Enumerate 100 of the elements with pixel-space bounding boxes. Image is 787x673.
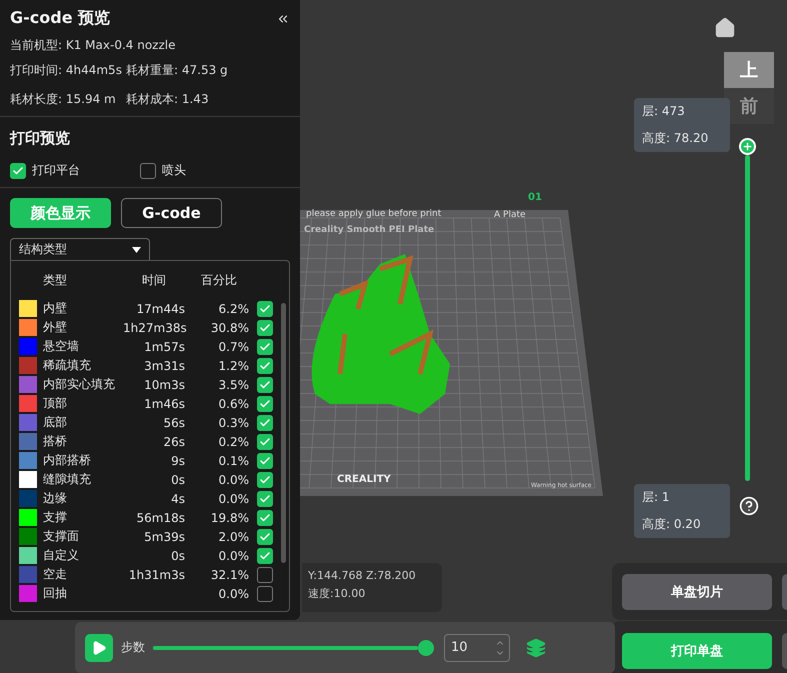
feature-name: 悬空墙	[43, 338, 80, 355]
feature-time: 5m39s	[143, 530, 185, 544]
feature-name: 支撑面	[43, 528, 80, 545]
feature-time: 3m31s	[143, 358, 185, 372]
feature-name: 自定义	[43, 547, 80, 564]
plate-brand: CREALITY	[337, 474, 391, 485]
feature-percent: 0.2%	[218, 434, 249, 448]
feature-percent: 2.0%	[218, 530, 249, 544]
feature-percent: 0.0%	[218, 492, 249, 506]
feature-percent: 32.1%	[210, 568, 249, 582]
feature-percent: 0.7%	[218, 340, 249, 354]
plate-header: please apply glue before print	[306, 209, 442, 219]
display-mode-button[interactable]: G-code	[121, 198, 222, 228]
caret-icon	[132, 246, 141, 252]
checkbox[interactable]	[257, 376, 273, 392]
feature-time: 26s	[162, 434, 185, 448]
feature-percent: 0.0%	[218, 548, 249, 562]
feature-time: 56m18s	[136, 510, 185, 524]
checkbox[interactable]	[257, 300, 273, 316]
feature-name: 外壁	[43, 319, 68, 336]
play-icon	[91, 640, 107, 656]
feature-time: 1m57s	[143, 340, 185, 354]
feature-name: 稀疏填充	[43, 357, 92, 374]
plus-icon	[742, 141, 753, 152]
checkbox[interactable]	[257, 510, 273, 526]
checkbox[interactable]	[257, 396, 273, 412]
column-header: 时间	[141, 272, 167, 288]
layer-slider-fill[interactable]	[745, 155, 750, 481]
feature-name: 支撑	[43, 509, 68, 526]
check-icon	[259, 550, 271, 562]
check-icon	[12, 164, 24, 176]
check-icon	[259, 416, 271, 428]
feature-time: 1h27m38s	[123, 320, 185, 334]
checkbox[interactable]	[257, 434, 273, 450]
checkbox[interactable]	[257, 490, 273, 506]
checkbox-option[interactable]: 打印平台	[10, 162, 80, 179]
layer-number: 层: 473	[642, 103, 686, 120]
check-icon	[259, 378, 271, 390]
column-header: 百分比	[200, 272, 238, 288]
checkbox[interactable]	[257, 472, 273, 488]
feature-time: 4s	[170, 492, 185, 506]
check-icon	[259, 454, 271, 466]
feature-time: 1m46s	[143, 396, 185, 410]
check-icon	[259, 302, 271, 314]
slider-thumb[interactable]	[739, 138, 756, 155]
machine-text: 当前机型: K1 Max-0.4 nozzle	[10, 37, 176, 54]
feature-percent: 0.1%	[218, 454, 249, 468]
plate-tab-label: A Plate	[494, 210, 526, 220]
layer-number: 层: 1	[642, 489, 670, 506]
plate-name: Creality Smooth PEI Plate	[304, 225, 434, 235]
feature-percent: 30.8%	[210, 320, 249, 334]
checkbox[interactable]	[10, 162, 26, 178]
layer-height: 高度: 0.20	[642, 516, 702, 533]
step-input-field[interactable]: 10	[444, 634, 510, 662]
layer-height: 高度: 78.20	[642, 130, 710, 147]
step-slider-fill[interactable]	[153, 646, 418, 650]
feature-time: 9s	[170, 454, 185, 468]
view-type-dropdown[interactable]: 结构类型	[10, 238, 150, 260]
feature-percent: 0.0%	[218, 472, 249, 486]
feature-time: 10m3s	[143, 378, 185, 392]
play-button[interactable]	[85, 634, 113, 662]
checkbox[interactable]	[257, 414, 273, 430]
feature-percent: 0.0%	[218, 586, 249, 600]
checkbox[interactable]	[257, 358, 273, 374]
plate-number: 01	[528, 192, 542, 203]
home-icon[interactable]	[714, 17, 736, 39]
column-header: 类型	[43, 272, 68, 288]
slice-button[interactable]: 单盘切片	[622, 574, 772, 610]
checkbox[interactable]	[257, 320, 273, 336]
feature-percent: 3.5%	[218, 378, 249, 392]
slider-thumb[interactable]	[418, 640, 434, 656]
checkbox-option[interactable]: 喷头	[140, 162, 186, 179]
feature-name: 底部	[43, 414, 68, 431]
checkbox[interactable]	[257, 586, 273, 602]
feature-name: 回抽	[43, 585, 68, 602]
check-icon	[259, 360, 271, 372]
check-icon	[259, 398, 271, 410]
checkbox[interactable]	[257, 338, 273, 354]
feature-time: 0s	[170, 548, 185, 562]
feature-name: 内壁	[43, 300, 68, 317]
feature-time: 0s	[170, 472, 185, 486]
scrollbar[interactable]	[281, 303, 286, 563]
checkbox[interactable]	[257, 528, 273, 544]
stat-text: 耗材重量: 47.53 g	[126, 62, 229, 79]
feature-name: 缝隙填充	[43, 471, 92, 488]
layers-icon[interactable]	[526, 638, 546, 658]
view-cube-face[interactable]: 前	[724, 88, 774, 124]
speed-text: 速度:10.00	[308, 586, 366, 601]
check-icon	[259, 512, 271, 524]
checkbox[interactable]	[140, 162, 156, 178]
feature-name: 搭桥	[43, 433, 68, 450]
check-icon	[259, 436, 271, 448]
feature-time: 17m44s	[136, 302, 185, 316]
feature-percent: 19.8%	[210, 510, 249, 524]
feature-name: 内部实心填充	[43, 376, 116, 393]
check-icon	[259, 530, 271, 542]
checkbox[interactable]	[257, 548, 273, 564]
help-icon[interactable]	[739, 496, 759, 516]
checkbox[interactable]	[257, 452, 273, 468]
checkbox[interactable]	[257, 566, 273, 582]
